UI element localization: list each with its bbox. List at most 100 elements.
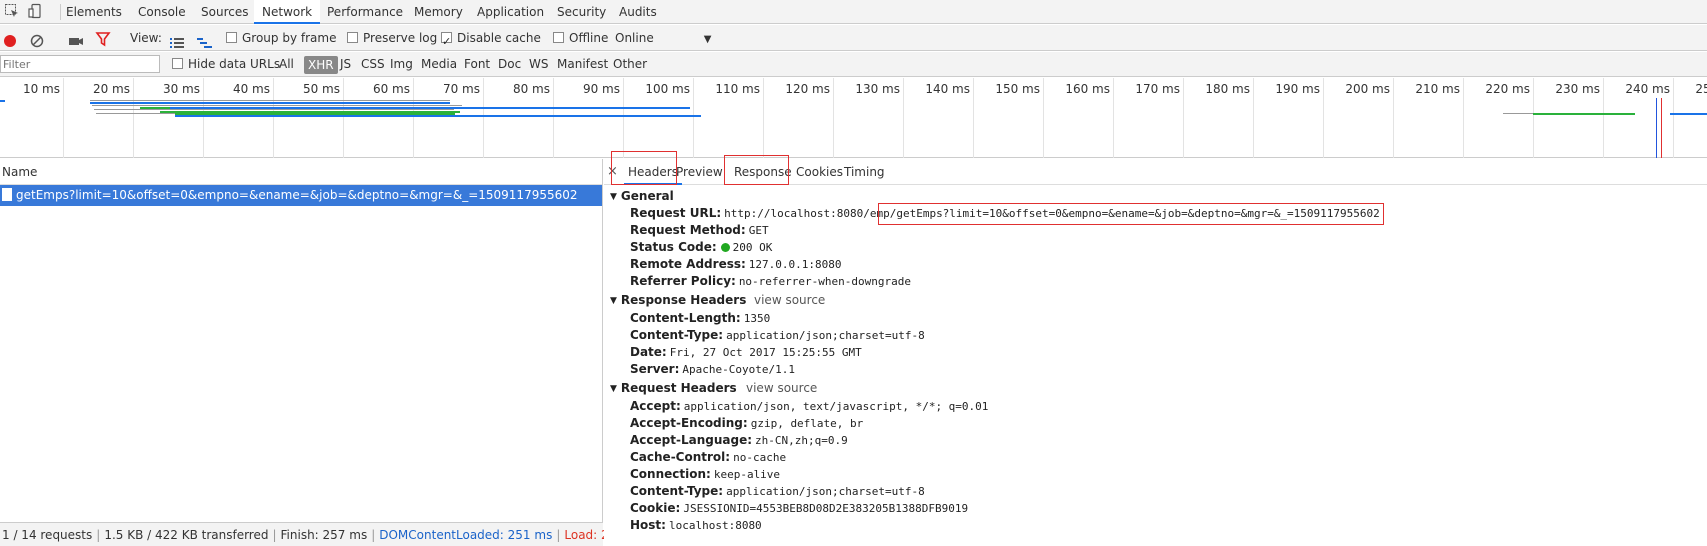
timeline-gridline [763, 78, 764, 158]
request-bar [0, 100, 5, 102]
group-by-frame-label: Group by frame [242, 31, 337, 45]
request-header-row: Accept: application/json, text/javascript… [630, 399, 989, 413]
timeline-gridline [693, 78, 694, 158]
request-bar [175, 115, 701, 117]
highlight-box-url-path [878, 203, 1384, 225]
highlight-box-headers [611, 151, 677, 185]
response-header-row: Content-Length: 1350 [630, 311, 771, 325]
inspect-element-icon[interactable] [4, 3, 20, 19]
timeline-tick-label: 210 ms [1415, 82, 1460, 96]
response-header-row: Content-Type: application/json;charset=ut… [630, 328, 925, 342]
filter-type-css[interactable]: CSS [361, 52, 385, 77]
clear-button[interactable] [30, 31, 44, 48]
filter-type-other[interactable]: Other [613, 52, 647, 77]
waterfall-overview-icon[interactable] [197, 32, 213, 48]
transferred-size: 1.5 KB / 422 KB transferred [104, 528, 269, 542]
devtools-tab-bar: Elements Console Sources Network Perform… [0, 0, 1707, 24]
filter-type-all[interactable]: All [279, 52, 294, 77]
tab-application[interactable]: Application [469, 0, 552, 24]
timeline-tick-label: 40 ms [232, 82, 270, 96]
filter-type-font[interactable]: Font [464, 52, 490, 77]
response-headers-section-header[interactable]: ▼ Response Headers [610, 293, 746, 307]
tab-network[interactable]: Network [254, 0, 321, 24]
network-summary-bar: 1 / 14 requests | 1.5 KB / 422 KB transfer… [0, 522, 646, 546]
timeline-tick-label: 170 ms [1135, 82, 1180, 96]
request-bar [1503, 113, 1533, 114]
tab-memory[interactable]: Memory [406, 0, 471, 24]
request-bar [94, 109, 454, 110]
request-header-row: Content-Type: application/json;charset=ut… [630, 484, 925, 498]
request-bar [1670, 113, 1707, 115]
timeline-gridline [553, 78, 554, 158]
name-column-header[interactable]: Name [0, 159, 602, 185]
expand-triangle-icon: ▼ [610, 296, 617, 306]
timeline-gridline [273, 78, 274, 158]
filter-type-js[interactable]: JS [340, 52, 351, 77]
filter-type-xhr[interactable]: XHR [304, 56, 338, 74]
tab-timing[interactable]: Timing [840, 159, 889, 185]
general-section-header[interactable]: ▼ General [610, 189, 674, 203]
timeline-tick-label: 180 ms [1205, 82, 1250, 96]
timeline-tick-label: 140 ms [925, 82, 970, 96]
preserve-log-checkbox[interactable]: Preserve log [347, 25, 437, 51]
request-name: getEmps?limit=10&offset=0&empno=&ename=&… [16, 188, 578, 202]
tab-performance[interactable]: Performance [319, 0, 411, 24]
filter-type-doc[interactable]: Doc [498, 52, 521, 77]
timeline-tick-label: 200 ms [1345, 82, 1390, 96]
requests-count: 1 / 14 requests [2, 528, 93, 542]
request-headers-section-header[interactable]: ▼ Request Headers [610, 381, 737, 395]
timeline-tick-label: 190 ms [1275, 82, 1320, 96]
finish-time: Finish: 257 ms [280, 528, 368, 542]
timeline-gridline [413, 78, 414, 158]
group-by-frame-checkbox[interactable]: Group by frame [226, 25, 336, 51]
record-button[interactable] [3, 31, 17, 47]
throttling-value: Online [615, 31, 654, 45]
view-label: View: [130, 31, 162, 45]
timeline-gridline [1603, 78, 1604, 158]
request-view-source-link[interactable]: view source [746, 381, 817, 395]
request-row-selected[interactable]: getEmps?limit=10&offset=0&empno=&ename=&… [0, 185, 602, 206]
timeline-gridline [1323, 78, 1324, 158]
timeline-overview[interactable]: 10 ms 20 ms 30 ms 40 ms 50 ms 60 ms 70 ms 80 ms… [0, 78, 1707, 158]
dom-content-loaded-marker [1656, 98, 1657, 158]
timeline-gridline [973, 78, 974, 158]
throttling-select[interactable]: Online ▼ [615, 25, 711, 51]
tab-security[interactable]: Security [549, 0, 614, 24]
timeline-gridline [1183, 78, 1184, 158]
screenshot-camera-icon[interactable] [68, 31, 84, 45]
timeline-tick-label: 130 ms [855, 82, 900, 96]
timeline-gridline [1393, 78, 1394, 158]
filter-type-media[interactable]: Media [421, 52, 457, 77]
request-bar [1533, 113, 1635, 115]
timeline-tick-label: 150 ms [995, 82, 1040, 96]
tab-audits[interactable]: Audits [611, 0, 665, 24]
tab-cookies[interactable]: Cookies [792, 159, 847, 185]
filter-funnel-icon[interactable] [95, 30, 111, 47]
tab-elements[interactable]: Elements [58, 0, 130, 24]
timeline-gridline [903, 78, 904, 158]
checkbox-box [347, 32, 358, 43]
response-view-source-link[interactable]: view source [754, 293, 825, 307]
timeline-gridline [483, 78, 484, 158]
tab-sources[interactable]: Sources [193, 0, 256, 24]
device-toolbar-icon[interactable] [28, 3, 44, 19]
remote-address-row: Remote Address: 127.0.0.1:8080 [630, 257, 842, 271]
disable-cache-label: Disable cache [457, 31, 541, 45]
timeline-tick-label: 70 ms [442, 82, 480, 96]
tab-console[interactable]: Console [130, 0, 194, 24]
timeline-tick-label: 160 ms [1065, 82, 1110, 96]
filter-type-manifest[interactable]: Manifest [557, 52, 608, 77]
hide-data-urls-checkbox[interactable]: Hide data URLs [172, 52, 280, 77]
filter-type-ws[interactable]: WS [529, 52, 548, 77]
disable-cache-checkbox[interactable]: Disable cache [441, 25, 541, 55]
timeline-gridline [623, 78, 624, 158]
offline-label: Offline [569, 31, 609, 45]
large-rows-list-icon[interactable] [170, 32, 184, 48]
filter-input[interactable] [0, 55, 160, 73]
tab-preview[interactable]: Preview [672, 159, 727, 185]
offline-checkbox[interactable]: Offline [553, 25, 608, 51]
status-ok-dot-icon [720, 243, 730, 252]
timeline-gridline [1253, 78, 1254, 158]
status-code-row: Status Code: 200 OK [630, 240, 773, 254]
filter-type-img[interactable]: Img [390, 52, 413, 77]
